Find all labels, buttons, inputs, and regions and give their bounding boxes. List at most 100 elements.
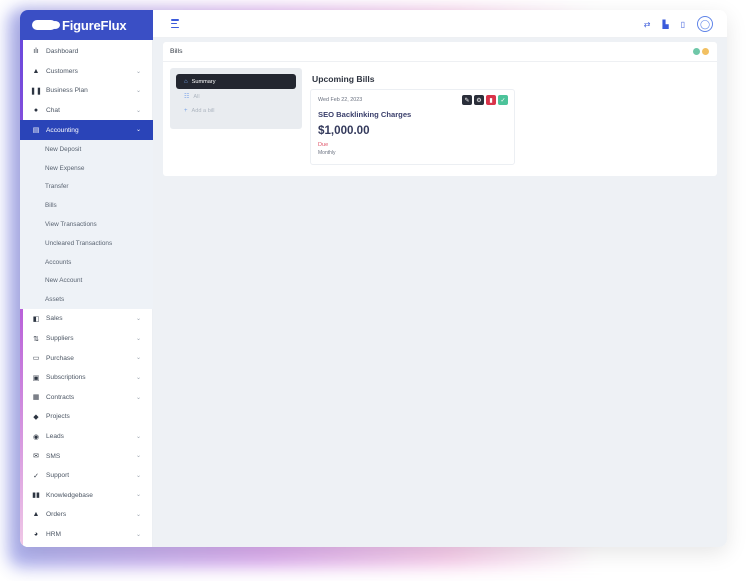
contract-icon: ▦ (32, 394, 40, 402)
sidebar-item-label: Knowledgebase (46, 491, 93, 499)
sidebar-item-contracts[interactable]: ▦ Contracts ⌄ (20, 388, 153, 408)
sidebar-item-sales[interactable]: ◧ Sales ⌄ (20, 309, 153, 329)
sidebar-item-label: Customers (46, 67, 78, 75)
sidebar-item-label: Sales (46, 315, 63, 323)
sidebar-item-label: Leads (46, 433, 64, 440)
panel-item-label: All (193, 93, 200, 100)
sidebar-item-label: Accounting (46, 126, 79, 134)
rocket-icon: ◆ (33, 413, 39, 421)
plus-icon: + (184, 107, 188, 114)
ticket-icon: ▣ (32, 374, 40, 382)
sidebar-item-business-plan[interactable]: ❚❚ Business Plan ⌄ (20, 81, 153, 101)
logo-icon (32, 20, 60, 30)
panel-item-add-bill[interactable]: + Add a bill (176, 104, 296, 117)
chevron-down-icon: ⌄ (135, 453, 141, 460)
sidebar-item-label: HRM (46, 530, 62, 538)
sidebar-item-projects[interactable]: ◆ Projects (20, 407, 153, 427)
sidebar-item-label: Chat (46, 107, 60, 115)
chevron-down-icon: ⌄ (135, 394, 141, 401)
hamburger-menu-icon[interactable] (171, 19, 179, 28)
page-title: Bills (170, 48, 183, 55)
bill-status: Due (318, 142, 329, 148)
submenu-item-new-deposit[interactable]: New Deposit (20, 140, 153, 159)
sidebar-item-label: Subscriptions (46, 374, 86, 382)
sidebar-item-label: Business Plan (46, 87, 88, 95)
submenu-item-uncleared-transactions[interactable]: Uncleared Transactions (20, 234, 153, 253)
submenu-item-new-account[interactable]: New Account (20, 272, 153, 291)
sidebar-item-label: Support (46, 472, 70, 480)
main-content: Bills ⌂ Summary ☷ All + Add a bill Upcom… (153, 38, 727, 547)
sidebar: FigureFlux ılı Dashboard ▲ Customers ⌄ ❚❚ Busi… (20, 10, 153, 547)
sidebar-item-knowledgebase[interactable]: ▮▮ Knowledgebase ⌄ (20, 485, 153, 505)
header-icons: ⇄ ▙ ▯ ◯ (644, 14, 713, 34)
submenu-item-bills[interactable]: Bills (20, 196, 153, 215)
sidebar-item-hrm[interactable]: ◕ HRM ⌄ (20, 525, 153, 545)
status-dot-yellow[interactable] (702, 48, 709, 55)
chevron-down-icon: ⌄ (135, 127, 141, 134)
sidebar-item-dashboard[interactable]: ılı Dashboard (20, 42, 153, 62)
panel-item-summary[interactable]: ⌂ Summary (176, 74, 296, 89)
submenu-item-view-transactions[interactable]: View Transactions (20, 215, 153, 234)
submenu-item-new-expense[interactable]: New Expense (20, 159, 153, 178)
submenu-item-assets[interactable]: Assets (20, 290, 153, 309)
sidebar-item-label: Projects (46, 413, 70, 421)
status-dot-green[interactable] (693, 48, 700, 55)
bar-chart-icon: ılı (33, 48, 39, 56)
bill-card[interactable]: Wed Feb 22, 2023 ✎ ⚙ ▮ ✓ SEO Backlinking… (310, 89, 515, 165)
brand-name: FigureFlux (62, 17, 127, 33)
support-icon: ✓ (33, 472, 39, 480)
delete-icon[interactable]: ▮ (486, 95, 496, 105)
chevron-down-icon: ⌄ (135, 335, 141, 342)
sidebar-item-suppliers[interactable]: ⇅ Suppliers ⌄ (20, 329, 153, 349)
wallet-icon: ◧ (32, 315, 40, 323)
sidebar-item-sms[interactable]: ✉ SMS ⌄ (20, 446, 153, 466)
bill-name: SEO Backlinking Charges (318, 110, 412, 119)
panel-item-label: Add a bill (191, 107, 215, 114)
chevron-down-icon: ⌄ (135, 107, 141, 114)
chevron-down-icon: ⌄ (135, 355, 141, 362)
sidebar-item-chat[interactable]: ● Chat ⌄ (20, 101, 153, 121)
chevron-down-icon: ⌄ (135, 88, 141, 95)
message-icon: ✉ (33, 453, 39, 461)
bill-frequency: Monthly (318, 150, 336, 156)
people-icon: ☷ (184, 94, 190, 100)
chevron-down-icon: ⌄ (135, 492, 141, 499)
sidebar-item-support[interactable]: ✓ Support ⌄ (20, 466, 153, 486)
chevron-down-icon: ⌄ (135, 433, 141, 440)
user-avatar-icon[interactable]: ◯ (697, 16, 713, 32)
sidebar-item-leads[interactable]: ◉ Leads ⌄ (20, 427, 153, 447)
edit-icon[interactable]: ✎ (462, 95, 472, 105)
sidebar-nav: ılı Dashboard ▲ Customers ⌄ ❚❚ Business Plan ⌄ ●… (20, 42, 153, 544)
suppliers-icon: ⇅ (33, 335, 39, 343)
submenu-item-transfer[interactable]: Transfer (20, 178, 153, 197)
bag-icon: ▲ (32, 511, 40, 519)
transfer-icon[interactable]: ⇄ (644, 20, 651, 29)
app-window: FigureFlux ılı Dashboard ▲ Customers ⌄ ❚❚ Busi… (20, 10, 727, 547)
bills-menu-panel: ⌂ Summary ☷ All + Add a bill (170, 68, 302, 129)
bills-card: Bills ⌂ Summary ☷ All + Add a bill Upcom… (163, 42, 717, 176)
panel-item-all[interactable]: ☷ All (176, 90, 296, 103)
sidebar-item-subscriptions[interactable]: ▣ Subscriptions ⌄ (20, 368, 153, 388)
bill-date: Wed Feb 22, 2023 (318, 97, 363, 103)
clipboard-icon[interactable]: ▯ (681, 20, 685, 29)
sidebar-item-customers[interactable]: ▲ Customers ⌄ (20, 62, 153, 82)
submenu-item-accounts[interactable]: Accounts (20, 253, 153, 272)
top-header: ⇄ ▙ ▯ ◯ (153, 10, 727, 38)
brand-bar[interactable]: FigureFlux (20, 10, 153, 40)
book-icon: ▮▮ (32, 492, 40, 500)
check-icon[interactable]: ✓ (498, 95, 508, 105)
chevron-down-icon: ⌄ (135, 472, 141, 479)
sidebar-item-purchase[interactable]: ▭ Purchase ⌄ (20, 348, 153, 368)
sidebar-item-orders[interactable]: ▲ Orders ⌄ (20, 505, 153, 525)
settings-icon[interactable]: ⚙ (474, 95, 484, 105)
sidebar-item-label: Suppliers (46, 335, 74, 343)
sidebar-item-accounting[interactable]: ▤ Accounting ⌄ (20, 120, 153, 140)
chevron-down-icon: ⌄ (135, 531, 141, 538)
sidebar-item-label: Contracts (46, 393, 75, 401)
chevron-down-icon: ⌄ (135, 68, 141, 75)
card-header: Bills (163, 42, 717, 62)
file-icon[interactable]: ▙ (662, 20, 668, 29)
panel-item-label: Summary (191, 78, 216, 85)
sidebar-item-label: Orders (46, 511, 67, 519)
columns-icon: ❚❚ (30, 87, 42, 95)
